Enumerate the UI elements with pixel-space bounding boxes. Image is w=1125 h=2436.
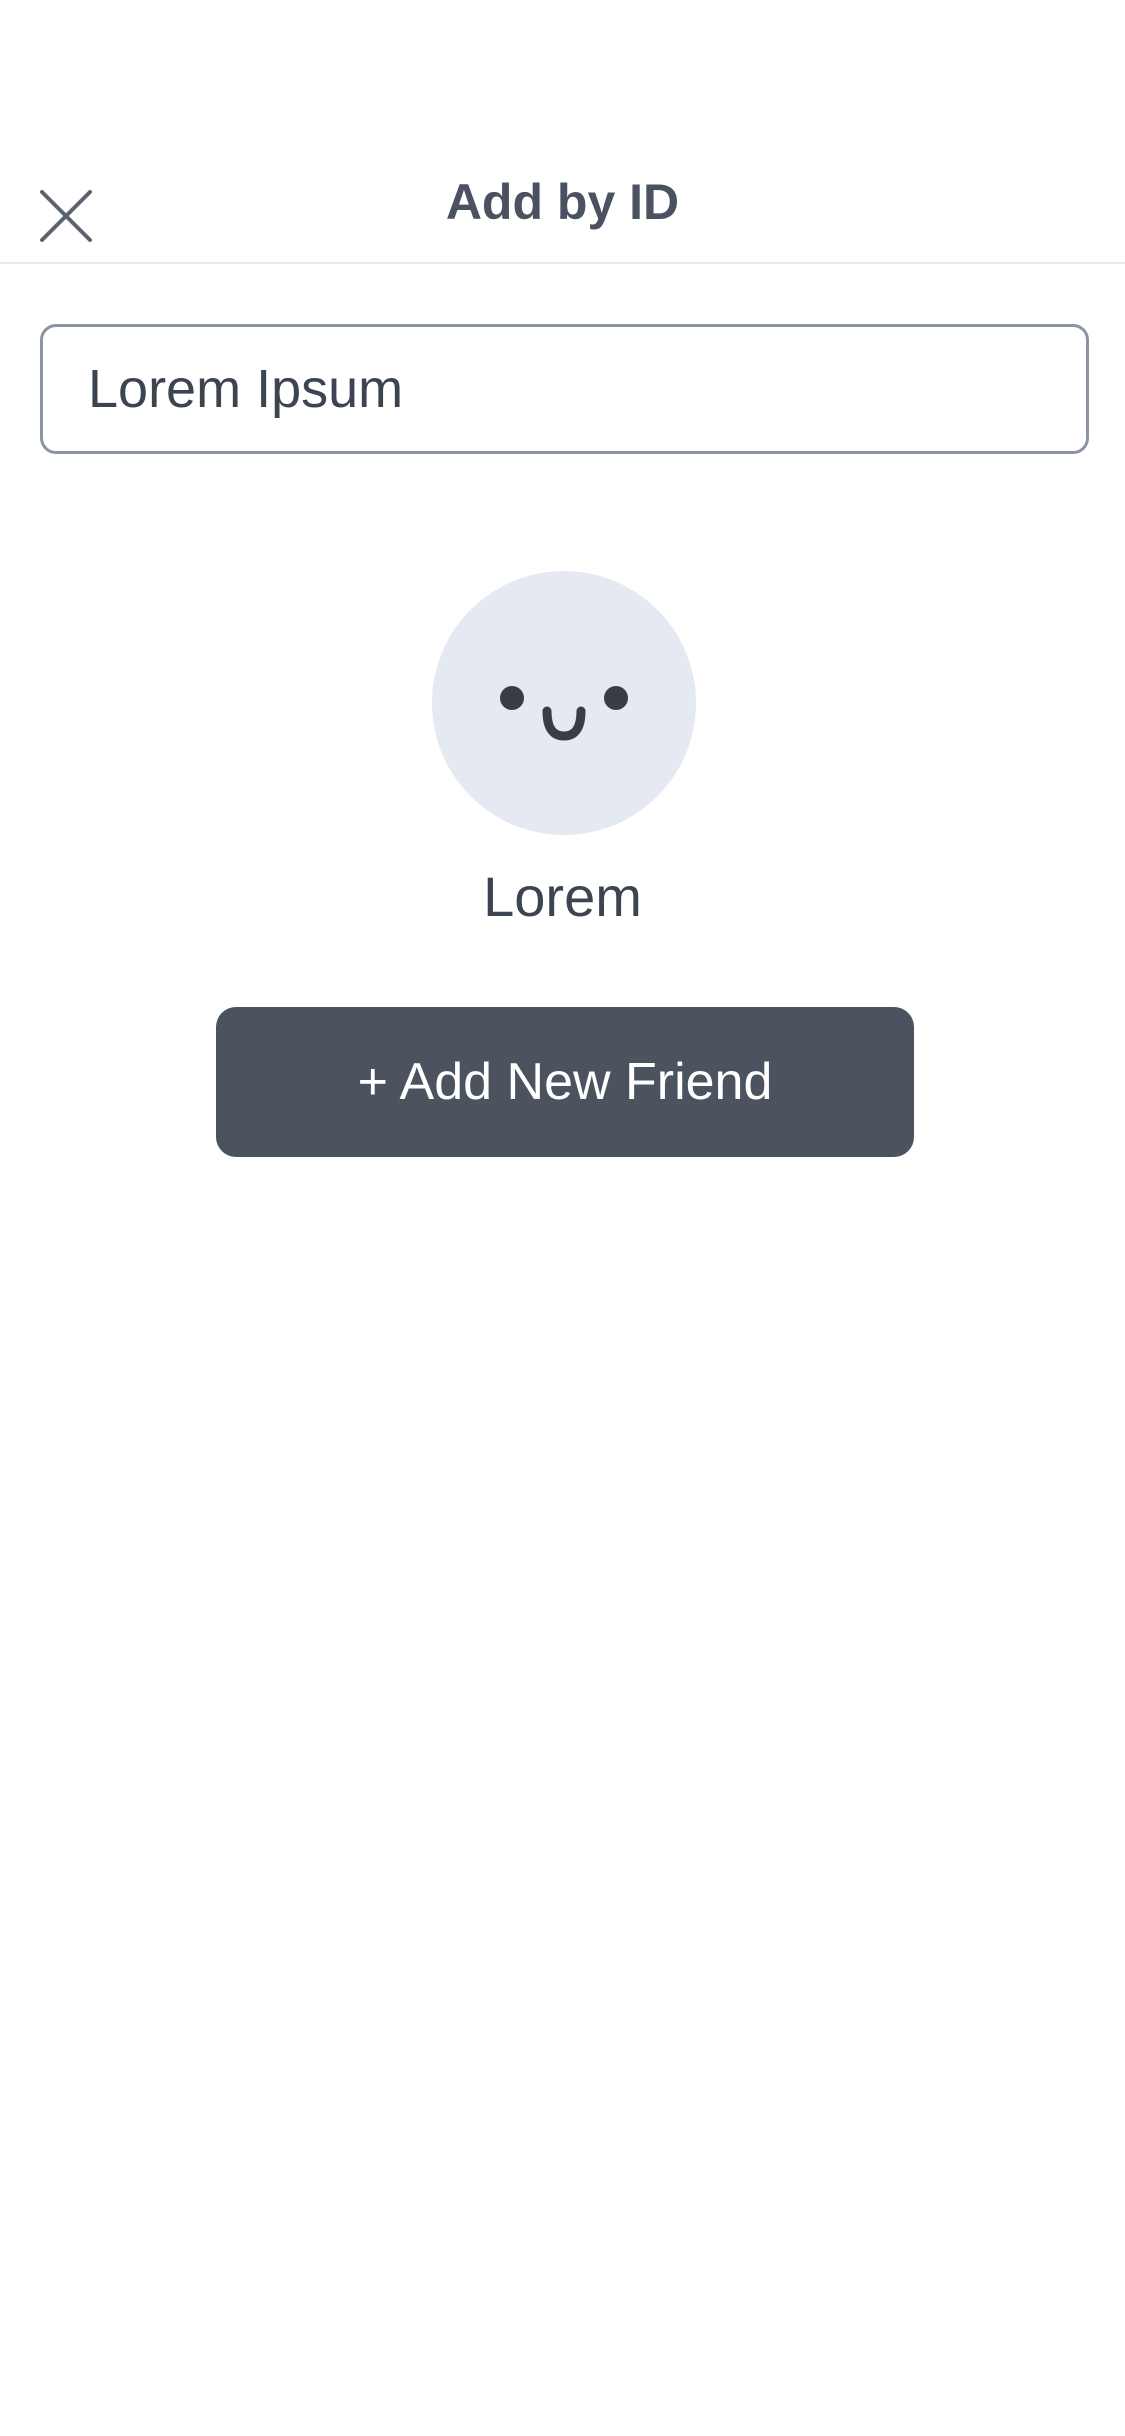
id-search-input[interactable] bbox=[88, 327, 1048, 451]
header: Add by ID bbox=[0, 0, 1125, 264]
id-search-field[interactable] bbox=[40, 324, 1089, 454]
user-name: Lorem bbox=[483, 865, 642, 928]
avatar bbox=[432, 571, 696, 835]
add-new-friend-button[interactable]: + Add New Friend bbox=[216, 1007, 914, 1157]
smiley-face-icon bbox=[500, 686, 628, 741]
page-title: Add by ID bbox=[445, 174, 680, 230]
